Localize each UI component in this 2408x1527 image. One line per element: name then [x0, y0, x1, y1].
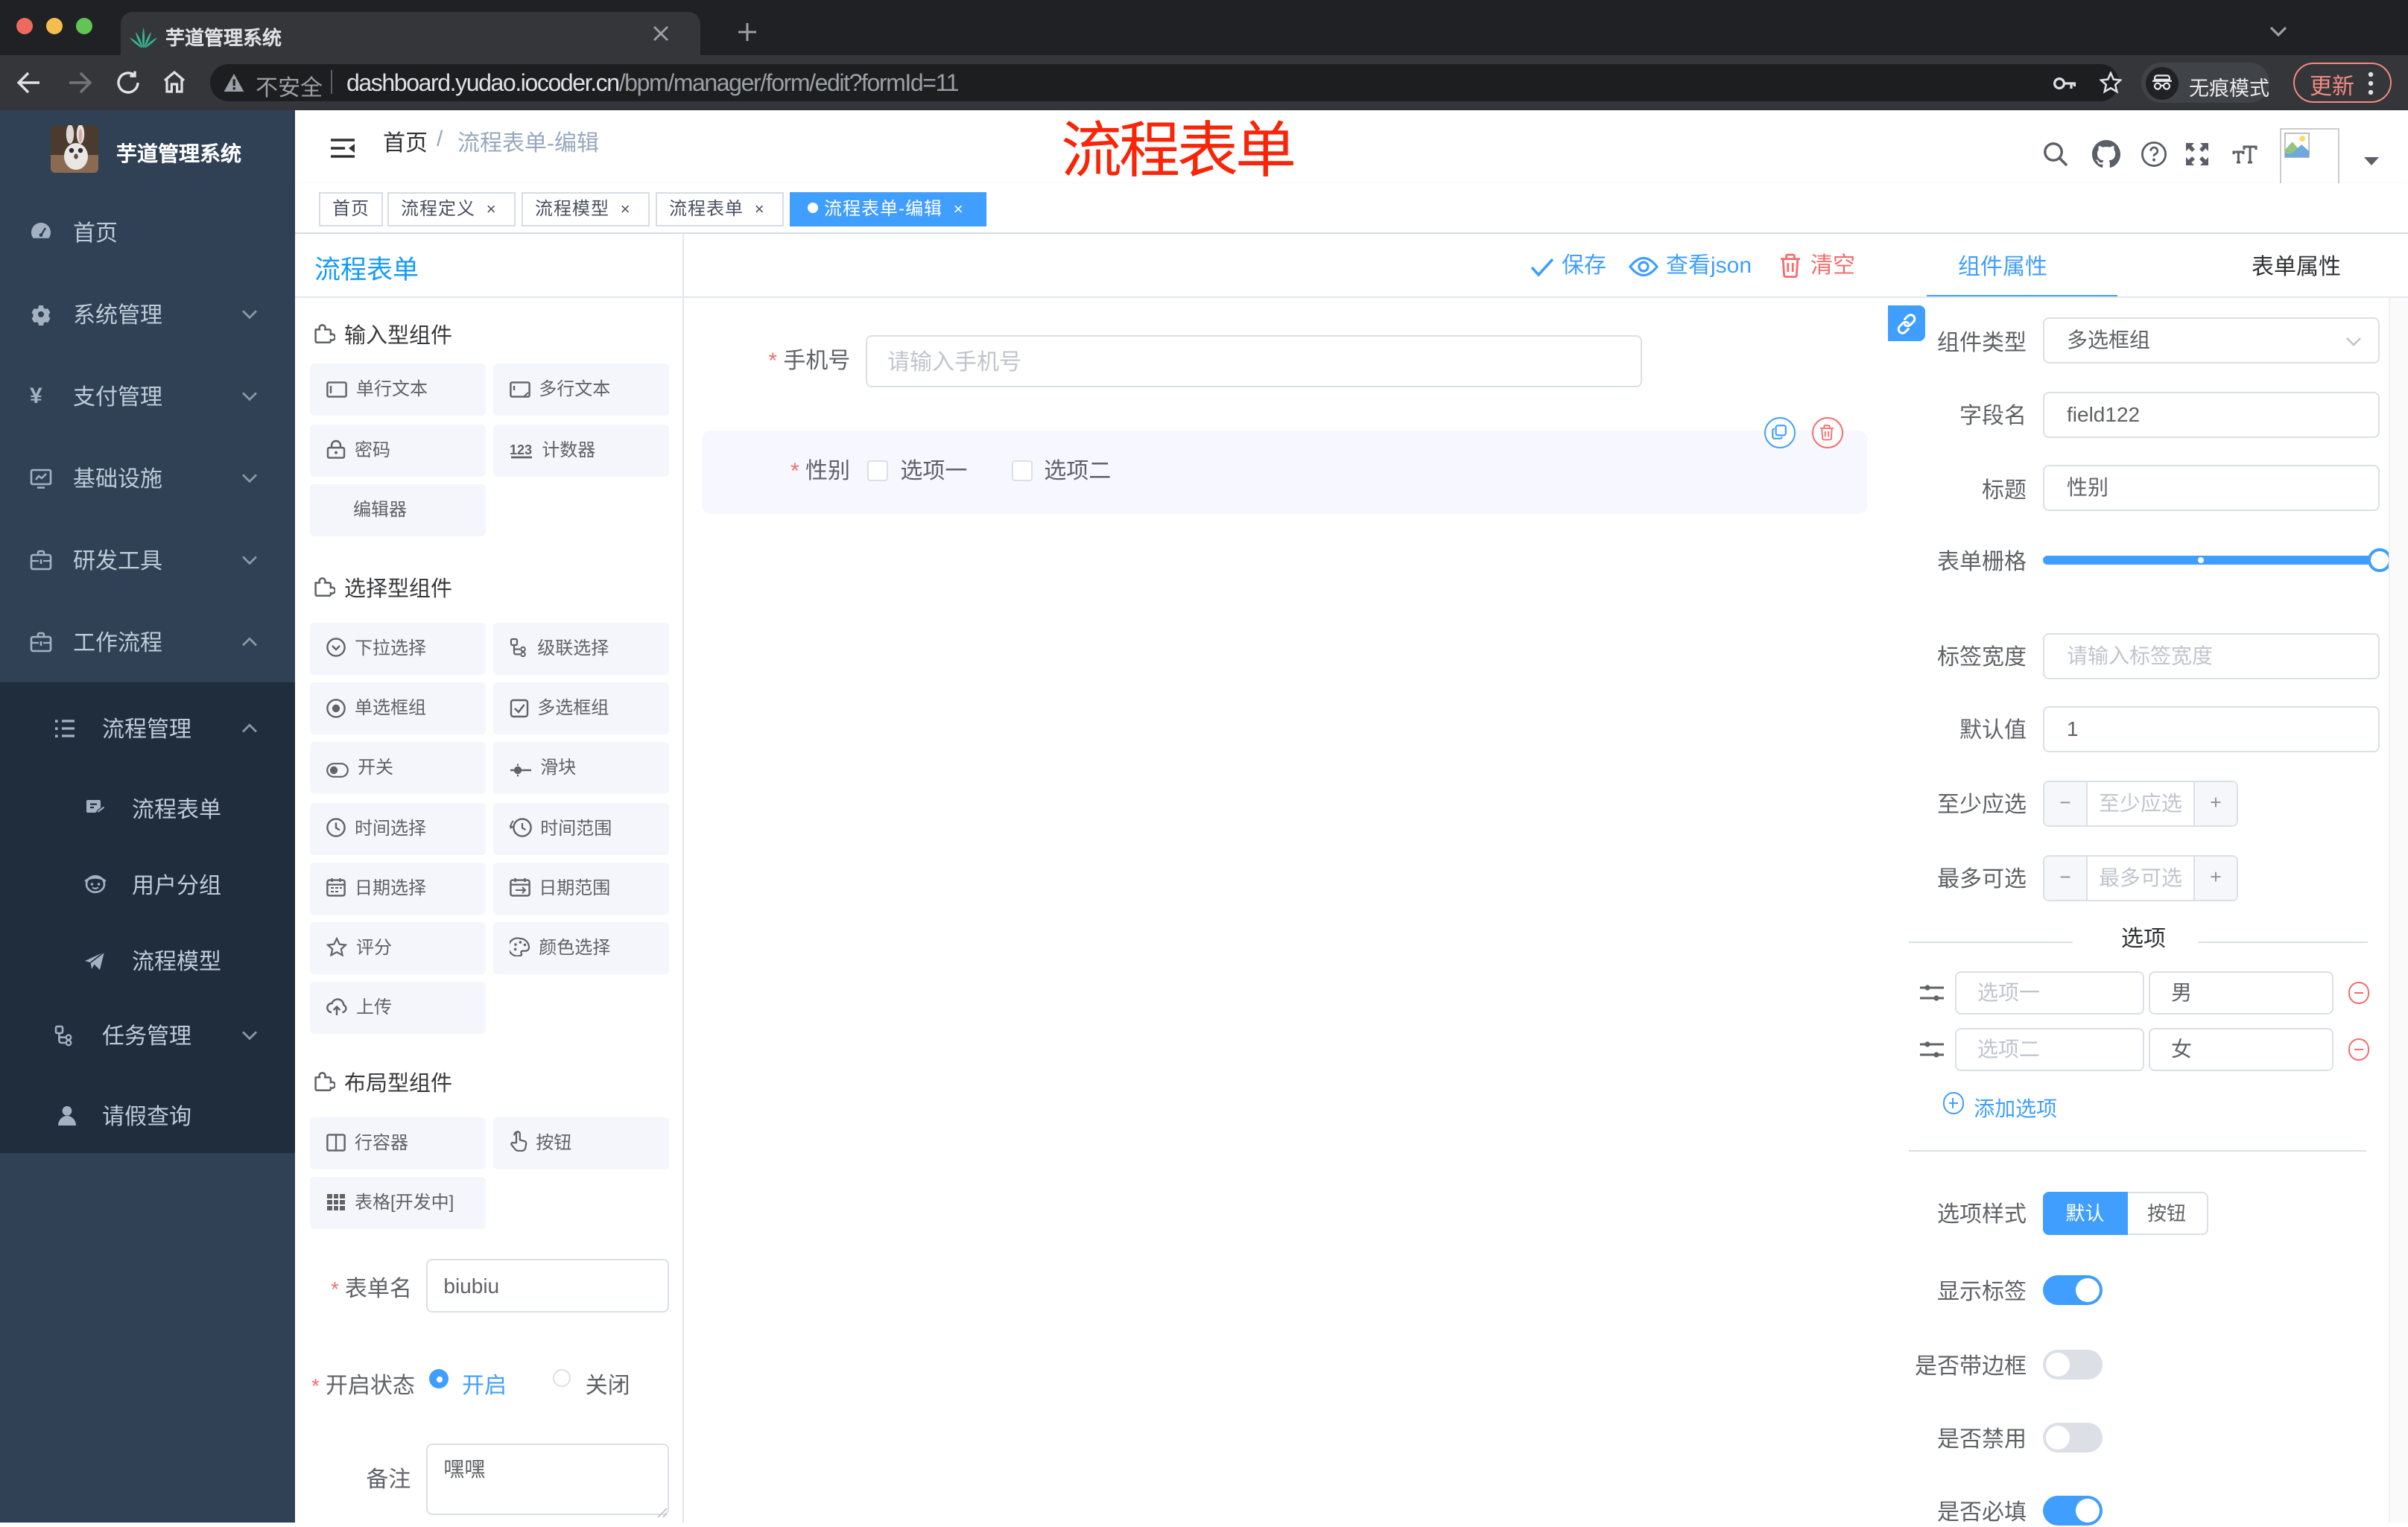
svg-text:123: 123: [509, 442, 531, 457]
